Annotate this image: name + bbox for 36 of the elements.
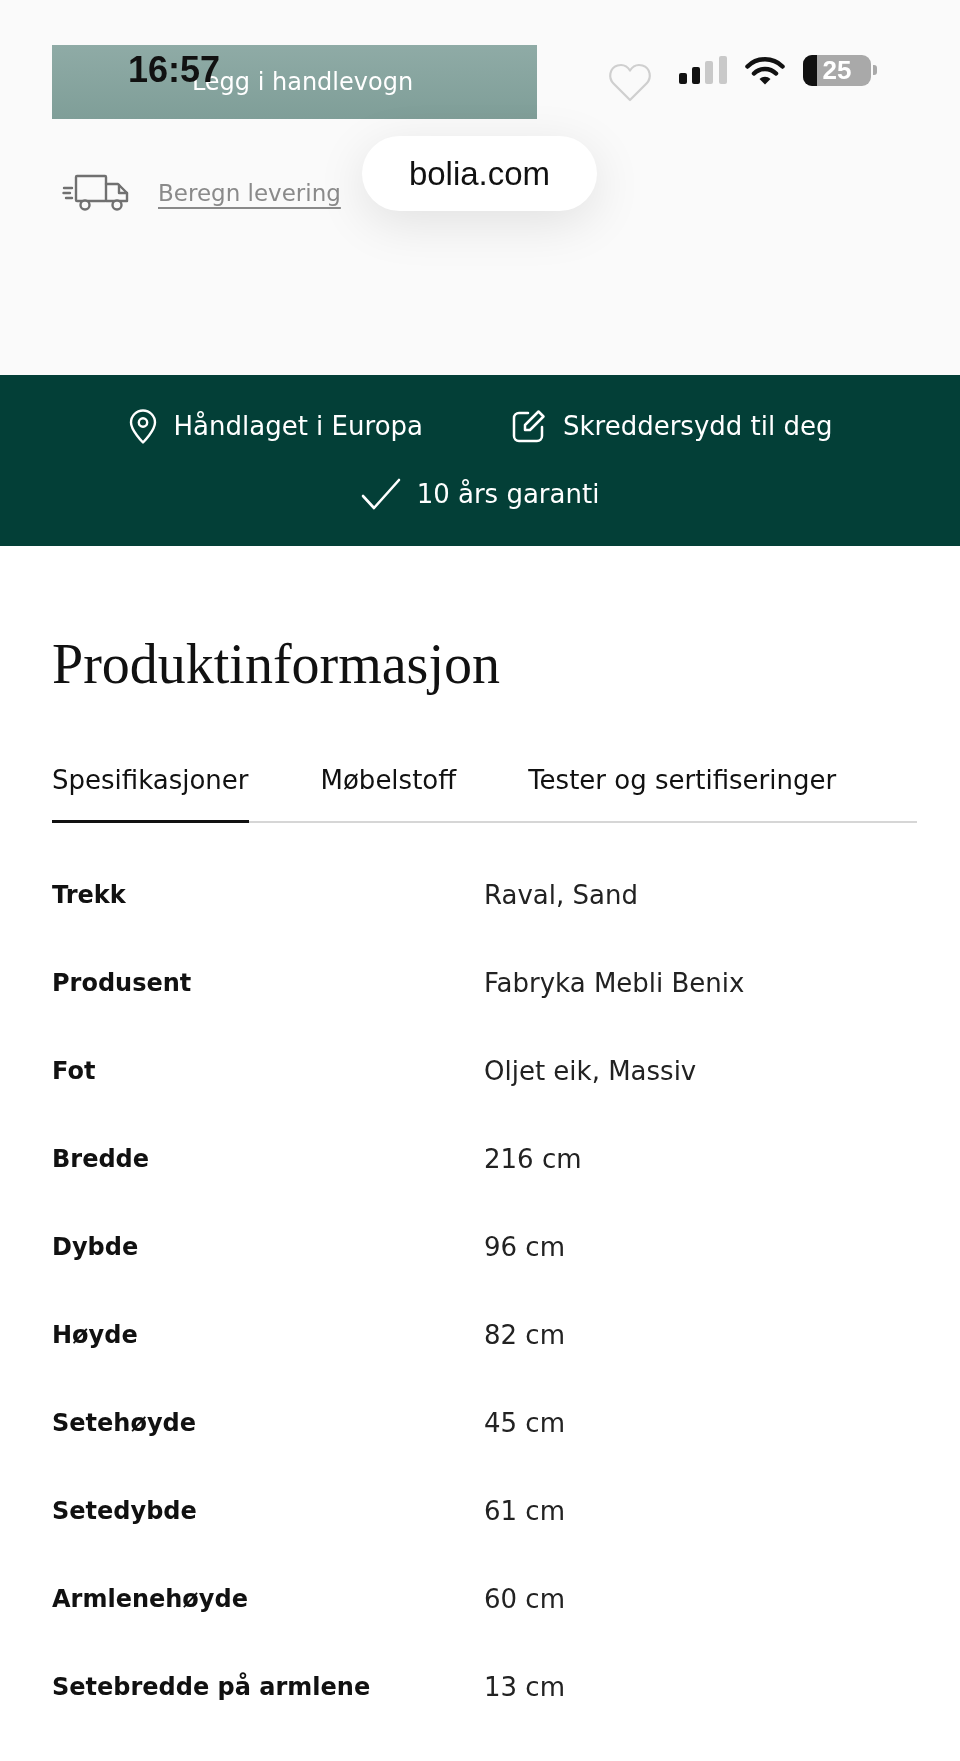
spec-label: Setehøyde [52, 1409, 197, 1437]
spec-value: 13 cm [484, 1672, 565, 1702]
checkmark-icon [360, 477, 401, 511]
spec-value: 61 cm [484, 1496, 565, 1526]
spec-label: Setedybde [52, 1497, 198, 1525]
edit-icon [510, 408, 547, 444]
spec-value: 216 cm [484, 1144, 582, 1174]
spec-label: Høyde [52, 1321, 139, 1349]
address-bar[interactable]: bolia.com [362, 136, 597, 211]
spec-label: Fot [52, 1057, 97, 1085]
spec-value: Fabryka Mebli Benix [484, 968, 745, 998]
section-title: Produktinformasjon [52, 633, 501, 695]
truck-icon [62, 174, 130, 211]
tab[interactable]: Møbelstoff [320, 765, 457, 823]
spec-value: 60 cm [484, 1584, 565, 1614]
signal-icon [679, 56, 727, 84]
spec-value: Raval, Sand [484, 880, 638, 910]
wifi-icon [745, 55, 785, 85]
location-pin-icon [127, 408, 158, 444]
benefit-text: 10 års garanti [416, 479, 600, 509]
spec-label: Dybde [52, 1233, 140, 1261]
spec-label: Trekk [52, 881, 127, 909]
spec-label: Armlenehøyde [52, 1585, 249, 1613]
spec-label: Produsent [52, 969, 193, 997]
tab[interactable]: Spesifikasjoner [52, 765, 249, 823]
battery-indicator: 25 [803, 54, 877, 86]
spec-label: Bredde [52, 1145, 151, 1173]
spec-value: Oljet eik, Massiv [484, 1056, 697, 1086]
spec-label: Setebredde på armlene [52, 1673, 372, 1701]
tab[interactable]: Tester og sertifiseringer [528, 765, 837, 823]
spec-value: 45 cm [484, 1408, 565, 1438]
heart-icon[interactable] [608, 62, 652, 102]
spec-value: 96 cm [484, 1232, 565, 1262]
benefit-text: Håndlaget i Europa [173, 411, 423, 441]
spec-value: 82 cm [484, 1320, 565, 1350]
benefit-text: Skreddersydd til deg [562, 411, 833, 441]
